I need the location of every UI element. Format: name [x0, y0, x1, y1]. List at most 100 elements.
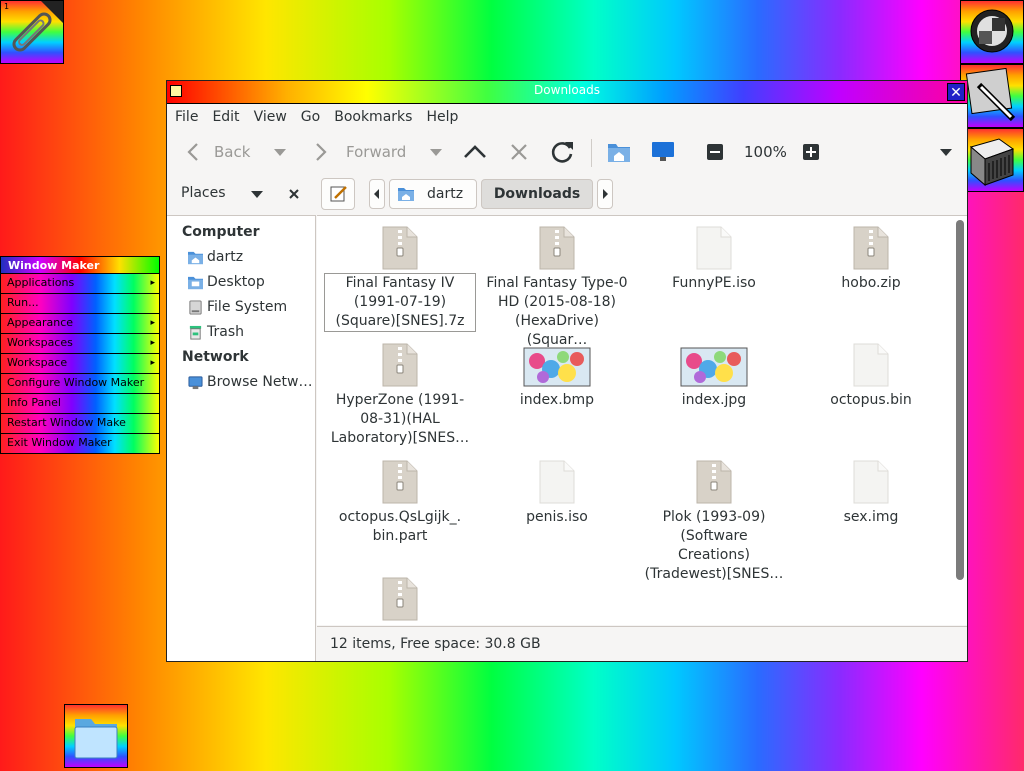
status-bar: 12 items, Free space: 30.8 GB	[317, 626, 967, 661]
wm-menu-item[interactable]: Appearance ▸	[0, 314, 160, 334]
submenu-arrow-icon: ▸	[150, 318, 155, 328]
sidebar-item-trash[interactable]: Trash	[167, 320, 315, 345]
wm-menu-item-label: Configure Window Maker	[7, 376, 145, 389]
wm-menu-item-label: Run...	[7, 296, 39, 309]
menu-bookmarks[interactable]: Bookmarks	[327, 104, 419, 130]
reload-button[interactable]	[549, 137, 575, 167]
path-crumb-current[interactable]: Downloads	[481, 179, 593, 209]
archive-file-icon	[325, 458, 475, 504]
file-item[interactable]	[325, 575, 475, 621]
file-item[interactable]: index.bmp	[482, 341, 632, 410]
path-scroll-left[interactable]	[369, 179, 385, 209]
desktop-folder-icon	[188, 276, 203, 290]
zoom-out-button[interactable]	[707, 137, 723, 167]
file-item[interactable]: HyperZone (1991- 08-31)(HAL Laboratory)[SN…	[325, 341, 475, 448]
dock-app-terminal[interactable]	[960, 128, 1024, 192]
generic-file-icon	[796, 341, 946, 387]
wm-menu-item[interactable]: Info Panel	[0, 394, 160, 414]
wm-menu-item[interactable]: Applications ▸	[0, 274, 160, 294]
file-item[interactable]: hobo.zip	[796, 224, 946, 293]
file-name: sex.img	[796, 508, 946, 527]
file-name-line: FunnyPE.iso	[672, 275, 756, 291]
file-item[interactable]: Final Fantasy Type-0 HD (2015-08-18) (Hexa…	[482, 224, 632, 350]
menu-file[interactable]: File	[167, 104, 205, 130]
monitor-icon	[652, 142, 674, 161]
menu-view[interactable]: View	[247, 104, 294, 130]
window-titlebar[interactable]: Downloads ✕	[167, 81, 967, 104]
home-folder-icon	[188, 251, 203, 265]
path-crumb-home[interactable]: dartz	[389, 179, 477, 209]
generic-file-icon	[482, 458, 632, 504]
menu-help[interactable]: Help	[419, 104, 465, 130]
back-button[interactable]: Back	[183, 137, 250, 167]
wm-menu-item[interactable]: Exit Window Maker	[0, 434, 160, 454]
window-close-button[interactable]: ✕	[947, 83, 965, 101]
clip-tile[interactable]: 1	[0, 0, 64, 64]
file-name-line: 08-31)(HAL	[360, 411, 440, 427]
file-name-line: (1991-07-19)	[353, 294, 447, 310]
file-name: FunnyPE.iso	[639, 274, 789, 293]
sidebar-item-desktop[interactable]: Desktop	[167, 270, 315, 295]
file-item[interactable]: Final Fantasy IV (1991-07-19) (Square)[SNE…	[324, 224, 476, 332]
wm-menu-item[interactable]: Workspace ▸	[0, 354, 160, 374]
file-name-line: hobo.zip	[841, 275, 901, 291]
home-button[interactable]	[607, 137, 631, 167]
file-item[interactable]: index.jpg	[639, 341, 789, 410]
menu-go[interactable]: Go	[294, 104, 327, 130]
dock-folder-tile[interactable]	[64, 704, 128, 768]
up-button[interactable]	[463, 137, 487, 167]
folder-icon	[74, 719, 118, 759]
forward-button[interactable]: Forward	[311, 137, 406, 167]
dock-app-wmprefs[interactable]	[960, 64, 1024, 128]
wm-menu-item-label: Applications	[7, 276, 75, 289]
edit-location-button[interactable]	[321, 178, 355, 210]
sidebar-item-label: Trash	[207, 324, 244, 340]
menu-edit[interactable]: Edit	[205, 104, 246, 130]
wm-menu-item[interactable]: Run...	[0, 294, 160, 314]
cube-icon	[969, 138, 1015, 187]
generic-file-icon	[639, 224, 789, 270]
back-arrow-icon	[187, 143, 198, 161]
crumb-label: dartz	[427, 186, 464, 202]
trash-icon	[189, 325, 202, 340]
sidebar-item-filesystem[interactable]: File System	[167, 295, 315, 320]
wm-menu-item[interactable]: Configure Window Maker	[0, 374, 160, 394]
places-selector[interactable]: Places	[181, 185, 226, 201]
zoom-in-button[interactable]	[803, 137, 819, 167]
back-history-dropdown[interactable]	[273, 137, 287, 167]
home-folder-icon	[398, 188, 414, 201]
sidebar-item-home[interactable]: dartz	[167, 245, 315, 270]
zoom-level[interactable]: 100%	[744, 137, 787, 167]
chevron-down-icon[interactable]	[250, 190, 264, 200]
brush-icon	[965, 67, 1016, 122]
dock-app-preferences[interactable]	[960, 0, 1024, 64]
chevron-right-icon	[603, 189, 608, 199]
file-item[interactable]: FunnyPE.iso	[639, 224, 789, 293]
edit-pencil-icon	[330, 186, 347, 202]
forward-history-dropdown[interactable]	[429, 137, 443, 167]
sidebar-heading-computer: Computer	[182, 224, 260, 240]
vertical-scrollbar[interactable]	[956, 220, 964, 580]
file-item[interactable]: octopus.bin	[796, 341, 946, 410]
toolbar-overflow-menu[interactable]	[939, 137, 953, 167]
close-sidebar-icon[interactable]	[288, 188, 300, 200]
file-item[interactable]: penis.iso	[482, 458, 632, 527]
generic-file-icon	[796, 458, 946, 504]
wm-menu-item-label: Exit Window Maker	[7, 436, 112, 449]
chevron-down-icon	[274, 149, 286, 156]
file-icon-view[interactable]: Final Fantasy IV (1991-07-19) (Square)[SNE…	[317, 215, 967, 625]
file-name-line: bin.part	[372, 528, 428, 544]
file-name-line: penis.iso	[526, 509, 588, 525]
wm-menu-item[interactable]: Restart Window Make	[0, 414, 160, 434]
file-item[interactable]: sex.img	[796, 458, 946, 527]
computer-button[interactable]	[651, 137, 675, 167]
file-item[interactable]: octopus.QsLgijk_. bin.part	[325, 458, 475, 546]
sidebar-item-browse-network[interactable]: Browse Netw…	[167, 370, 315, 395]
file-item[interactable]: Plok (1993-09) (Software Creations) (Trade…	[639, 458, 789, 584]
wm-menu-item[interactable]: Workspaces ▸	[0, 334, 160, 354]
wm-menu-title: Window Maker	[0, 256, 160, 274]
path-scroll-right[interactable]	[597, 179, 613, 209]
location-pathbar: dartz Downloads	[317, 173, 967, 215]
file-name-line: (Tradewest)[SNES…	[644, 566, 784, 582]
stop-button[interactable]	[509, 137, 529, 167]
